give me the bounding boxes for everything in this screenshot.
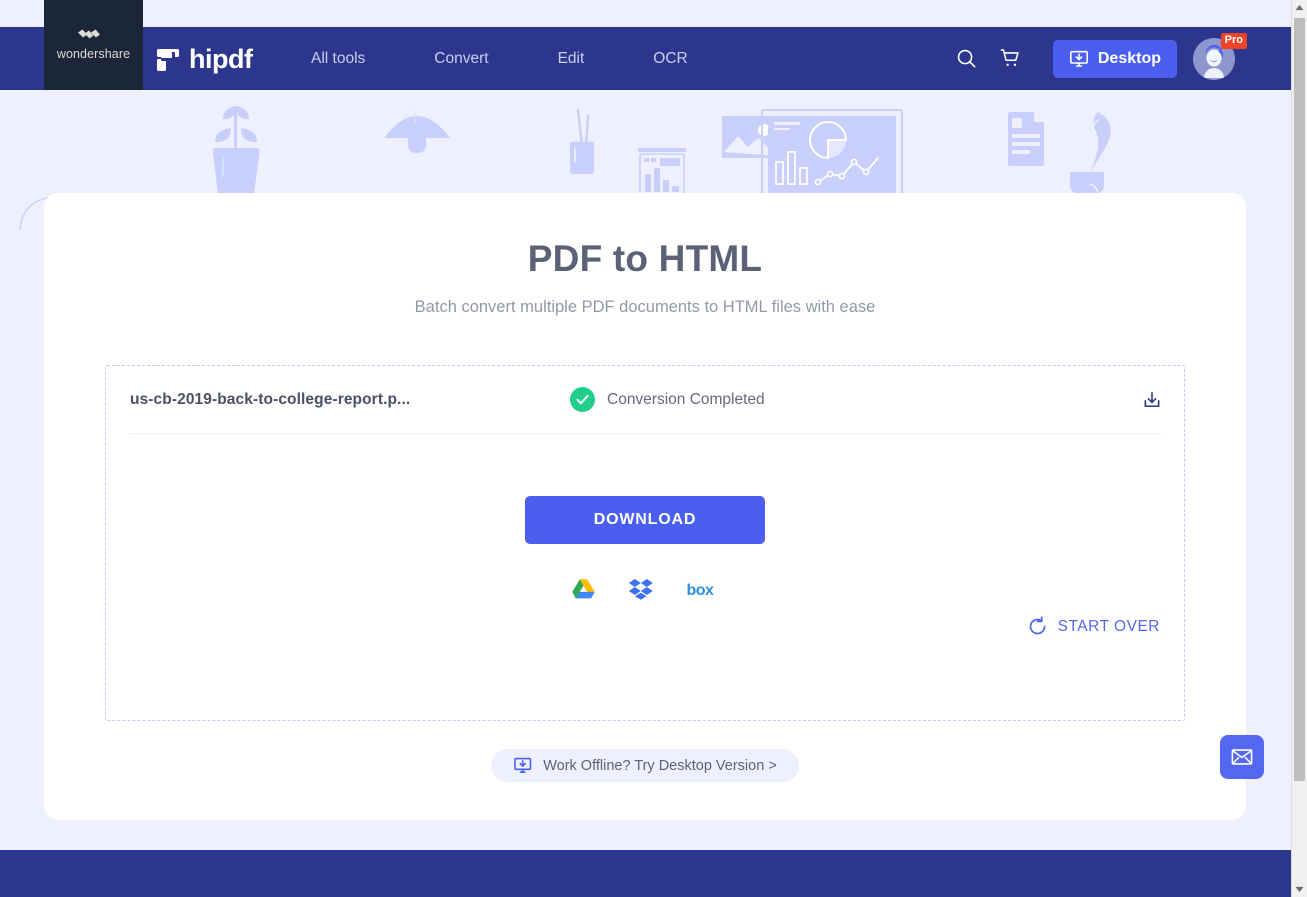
start-over-label: START OVER xyxy=(1057,617,1160,635)
cart-icon xyxy=(1001,49,1020,67)
check-circle-icon xyxy=(570,387,595,412)
download-button[interactable]: DOWNLOAD xyxy=(525,496,765,544)
site-footer xyxy=(0,850,1291,897)
cart-button[interactable] xyxy=(989,37,1033,81)
search-button[interactable] xyxy=(945,37,989,81)
file-status-label: Conversion Completed xyxy=(607,390,765,408)
scrollbar-down-arrow[interactable] xyxy=(1292,882,1307,897)
desktop-button-label: Desktop xyxy=(1097,49,1161,67)
dropbox-icon[interactable] xyxy=(628,578,654,600)
box-glyph-icon: box xyxy=(687,582,715,598)
refresh-icon xyxy=(1029,616,1046,635)
check-icon xyxy=(576,395,589,405)
scrollbar-thumb[interactable] xyxy=(1294,18,1305,781)
chevron-up-icon xyxy=(1295,4,1304,11)
file-row: us-cb-2019-back-to-college-report.p... C… xyxy=(130,366,1162,434)
page-viewport: wondershare hipdf All tools Convert Edit… xyxy=(0,0,1291,897)
file-name: us-cb-2019-back-to-college-report.p... xyxy=(130,390,411,408)
nav-item-edit[interactable]: Edit xyxy=(537,50,606,68)
wondershare-mark-icon xyxy=(77,29,100,39)
download-icon xyxy=(1144,391,1160,407)
nav-item-all-tools[interactable]: All tools xyxy=(290,50,386,68)
chevron-down-icon xyxy=(1295,886,1304,893)
contact-mail-button[interactable] xyxy=(1220,735,1264,779)
work-offline-label: Work Offline? Try Desktop Version > xyxy=(543,757,777,774)
page-subtitle: Batch convert multiple PDF documents to … xyxy=(414,298,876,316)
tool-card: PDF to HTML Batch convert multiple PDF d… xyxy=(44,193,1246,820)
svg-text:box: box xyxy=(687,582,715,598)
file-dropzone[interactable]: us-cb-2019-back-to-college-report.p... C… xyxy=(105,365,1185,721)
top-gap xyxy=(0,0,1291,27)
hipdf-label: hipdf xyxy=(189,44,253,74)
search-icon xyxy=(958,49,976,68)
hipdf-logo[interactable]: hipdf xyxy=(156,44,253,74)
wondershare-logo[interactable]: wondershare xyxy=(44,0,143,90)
wondershare-label: wondershare xyxy=(56,47,131,61)
cloud-targets: box xyxy=(572,578,719,600)
file-download-button[interactable] xyxy=(1142,390,1162,410)
primary-nav: All tools Convert Edit OCR xyxy=(290,27,709,90)
desktop-button[interactable]: Desktop xyxy=(1052,39,1177,78)
file-status: Conversion Completed xyxy=(570,387,1142,412)
nav-item-ocr[interactable]: OCR xyxy=(632,50,708,68)
box-icon[interactable]: box xyxy=(687,580,719,598)
work-offline-button[interactable]: Work Offline? Try Desktop Version > xyxy=(491,749,799,782)
dropbox-glyph-icon xyxy=(628,579,653,600)
mail-icon xyxy=(1231,749,1253,765)
start-over-button[interactable]: START OVER xyxy=(1027,616,1160,637)
nav-item-convert[interactable]: Convert xyxy=(413,50,509,68)
page-scrollbar[interactable] xyxy=(1291,0,1307,897)
header-actions: Desktop Pro xyxy=(945,27,1247,90)
google-drive-icon[interactable] xyxy=(572,578,596,600)
google-drive-glyph-icon xyxy=(572,579,595,599)
account-button[interactable]: Pro xyxy=(1193,32,1247,80)
desktop-download-icon xyxy=(1069,50,1088,67)
hipdf-mark-icon xyxy=(157,48,179,71)
scrollbar-up-arrow[interactable] xyxy=(1292,0,1307,15)
desktop-download-icon xyxy=(514,757,532,773)
page-title: PDF to HTML xyxy=(527,238,763,279)
pro-badge: Pro xyxy=(1220,32,1247,49)
